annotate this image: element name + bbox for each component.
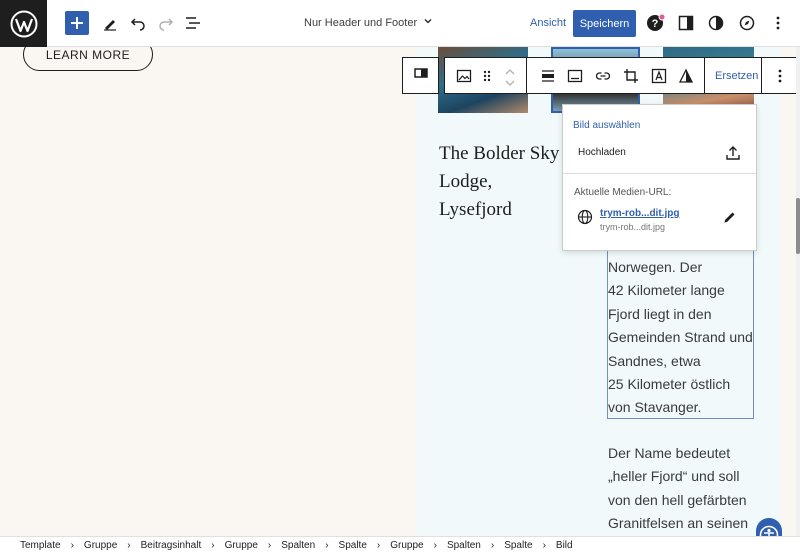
chevron-down-icon [423,16,433,29]
chevron-right-icon: › [490,540,495,551]
crop-icon[interactable] [622,67,640,85]
paragraph-line: Sandnes, etwa [608,352,701,369]
media-file-name: trym-rob...dit.jpg [600,222,666,232]
fjord-paragraph[interactable]: Norwegen. Der 42 Kilometer lange Fjord l… [608,256,753,420]
breadcrumb-item[interactable]: Spalte [504,540,532,551]
breadcrumb-item-current[interactable]: Bild [556,540,573,551]
chevron-right-icon: › [376,540,381,551]
editor-top-bar: Nur Header und Footer Ansicht Speichern … [0,0,800,47]
lodge-heading[interactable]: The Bolder Sky Lodge, Lysefjord [439,140,569,224]
more-vertical-icon[interactable] [766,11,790,35]
breadcrumb-item[interactable]: Gruppe [390,540,423,551]
pen-icon[interactable] [98,11,122,35]
paragraph-line: Gemeinden Strand und [608,329,753,346]
current-media-url-label: Aktuelle Medien-URL: [574,187,672,198]
chevron-right-icon: › [433,540,437,551]
canvas-scrollbar-thumb[interactable] [796,198,800,254]
edit-pencil-icon[interactable] [723,210,737,224]
heading-line: Lysefjord [439,199,512,220]
menu-divider [563,173,756,174]
list-view-icon[interactable] [181,11,205,35]
chevron-right-icon: › [267,540,272,551]
link-icon[interactable] [594,67,612,85]
wordpress-logo-icon[interactable] [0,0,47,47]
toolbar-divider [526,58,527,93]
breadcrumb-item[interactable]: Gruppe [84,540,117,551]
duotone-icon[interactable] [677,67,695,85]
help-icon[interactable]: ? [644,11,668,35]
drag-handle-icon[interactable] [478,67,496,85]
paragraph-line: Fjord liegt in den [608,305,712,322]
contrast-icon[interactable] [704,11,728,35]
paragraph-line: von Stavanger. [608,399,702,416]
save-button[interactable]: Speichern [573,10,636,37]
canvas-scrollbar-track[interactable] [796,47,800,536]
media-file-link[interactable]: trym-rob...dit.jpg [600,208,679,219]
breadcrumb-item[interactable]: Spalten [281,540,315,551]
upload-button[interactable]: Hochladen [578,147,626,158]
paragraph-line: Granitfelsen an seinen [608,515,749,532]
sidebar-icon[interactable] [674,11,698,35]
paragraph-line: 42 Kilometer lange [608,282,725,299]
paragraph-line: 25 Kilometer östlich [608,376,731,393]
breadcrumb-item[interactable]: Template [20,540,61,551]
chevron-right-icon: › [542,540,546,551]
breadcrumb-item[interactable]: Spalte [339,540,367,551]
globe-icon [577,209,593,225]
replace-button[interactable]: Ersetzen [715,70,758,82]
block-breadcrumb: Template › Gruppe › Beitragsinhalt › Gruppe… [0,536,800,554]
svg-text:?: ? [652,18,659,30]
text-over-image-icon[interactable] [650,67,668,85]
chevron-right-icon: › [211,540,215,551]
toolbar-divider [704,58,705,93]
heading-line: The Bolder Sky [439,143,560,164]
image-icon[interactable] [455,67,473,85]
name-paragraph[interactable]: Der Name bedeutet „heller Fjord“ und sol… [608,442,748,536]
compass-icon[interactable] [735,11,759,35]
toolbar-divider [761,58,762,93]
paragraph-line: von den hell gefärbten [608,491,747,508]
breadcrumb-item[interactable]: Gruppe [225,540,258,551]
align-icon[interactable] [539,67,557,85]
select-parent-button[interactable] [402,57,439,94]
breadcrumb-item[interactable]: Beitragsinhalt [141,540,202,551]
block-toolbar: Ersetzen [444,57,800,94]
move-down-icon[interactable] [501,74,519,92]
document-title: Nur Header und Footer [304,16,418,29]
paragraph-line: „heller Fjord“ und soll [608,468,740,485]
view-button[interactable]: Ansicht [530,17,566,29]
add-block-button[interactable] [65,11,89,35]
undo-icon[interactable] [126,11,150,35]
caption-icon[interactable] [566,67,584,85]
chevron-right-icon: › [127,540,131,551]
document-title-dropdown[interactable]: Nur Header und Footer [304,16,433,29]
upload-icon[interactable] [725,145,741,161]
chevron-right-icon: › [325,540,329,551]
paragraph-line: Norwegen. Der [608,259,703,275]
choose-image-button[interactable]: Bild auswählen [573,120,640,131]
columns-icon [413,65,429,86]
redo-icon[interactable] [154,11,178,35]
more-vertical-icon[interactable] [771,67,789,85]
chevron-right-icon: › [70,540,74,551]
heading-line: Lodge, [439,171,493,192]
learn-more-button[interactable]: LEARN MORE [23,47,153,71]
replace-media-menu: Bild auswählen Hochladen Aktuelle Medien… [562,104,757,251]
paragraph-line: Der Name bedeutet [608,445,731,461]
breadcrumb-item[interactable]: Spalten [447,540,481,551]
